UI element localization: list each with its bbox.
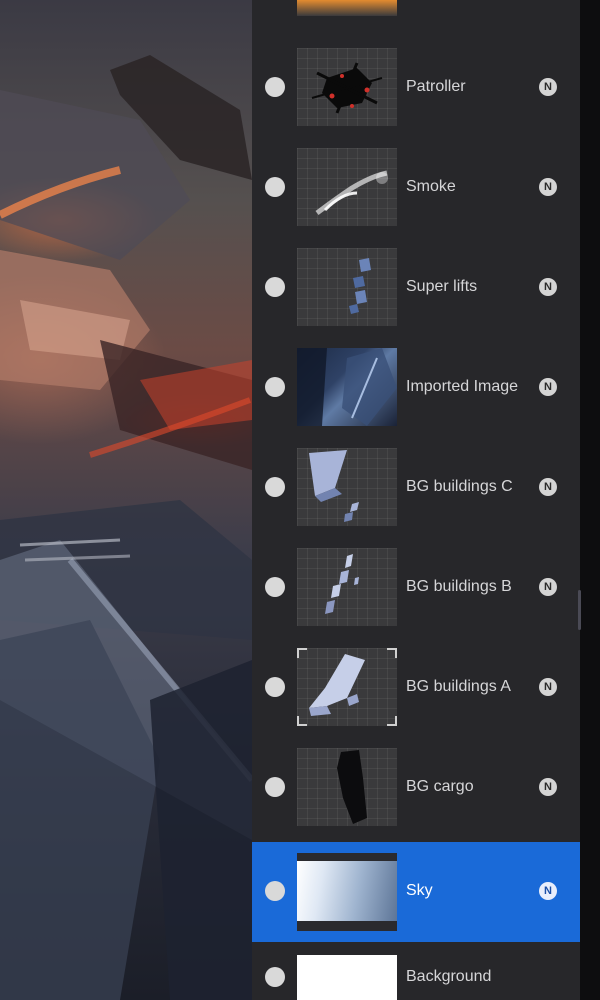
blend-mode-button[interactable]: N [539,78,557,96]
layer-name: BG cargo [406,778,474,795]
visibility-toggle[interactable] [265,881,285,901]
blend-mode-button[interactable]: N [539,478,557,496]
blend-mode-button[interactable]: N [539,778,557,796]
layer-row-imported-image[interactable]: Imported Image N [252,338,580,438]
layer-row-patroller[interactable]: Patroller N [252,38,580,138]
layer-thumbnail [297,748,397,826]
blend-mode-button[interactable]: N [539,178,557,196]
canvas-artwork[interactable] [0,0,252,1000]
layer-thumbnail [297,853,397,931]
layer-thumbnail [297,648,397,726]
layer-name: BG buildings C [406,478,513,495]
blend-mode-button[interactable]: N [539,278,557,296]
layer-row-background[interactable]: Background [252,942,580,1000]
visibility-toggle[interactable] [265,777,285,797]
visibility-toggle[interactable] [265,377,285,397]
layer-name: Sky [406,882,433,899]
layer-row-bg-buildings-b[interactable]: BG buildings B N [252,538,580,638]
visibility-toggle[interactable] [265,577,285,597]
visibility-toggle[interactable] [265,277,285,297]
layer-row-partial[interactable] [252,0,580,28]
layer-name: Super lifts [406,278,478,295]
visibility-toggle[interactable] [265,677,285,697]
blend-mode-button[interactable]: N [539,378,557,396]
layer-row-super-lifts[interactable]: Super lifts N [252,238,580,338]
layer-thumbnail [297,148,397,226]
layer-thumbnail [297,448,397,526]
layer-thumbnail [297,0,397,16]
blend-mode-button[interactable]: N [539,678,557,696]
visibility-toggle[interactable] [265,477,285,497]
visibility-toggle[interactable] [265,177,285,197]
layer-thumbnail [297,955,397,1000]
scrollbar-track[interactable] [580,0,600,1000]
blend-mode-button[interactable]: N [539,882,557,900]
layer-row-smoke[interactable]: Smoke N [252,138,580,238]
layer-row-sky[interactable]: Sky N [252,842,580,942]
layer-row-bg-cargo[interactable]: BG cargo N [252,738,580,838]
layer-name: Background [406,968,492,985]
layer-name: Patroller [406,78,466,95]
layer-thumbnail [297,48,397,126]
layer-row-bg-buildings-c[interactable]: BG buildings C N [252,438,580,538]
layer-row-bg-buildings-a[interactable]: BG buildings A N [252,638,580,738]
layer-thumbnail [297,248,397,326]
layer-name: BG buildings A [406,678,511,695]
layer-name: Smoke [406,178,456,195]
blend-mode-button[interactable]: N [539,578,557,596]
layer-thumbnail [297,548,397,626]
visibility-toggle[interactable] [265,967,285,987]
layer-name: Imported Image [406,378,519,395]
canvas-painting [0,55,252,1000]
layer-name: BG buildings B [406,578,512,595]
layer-thumbnail [297,348,397,426]
visibility-toggle[interactable] [265,77,285,97]
